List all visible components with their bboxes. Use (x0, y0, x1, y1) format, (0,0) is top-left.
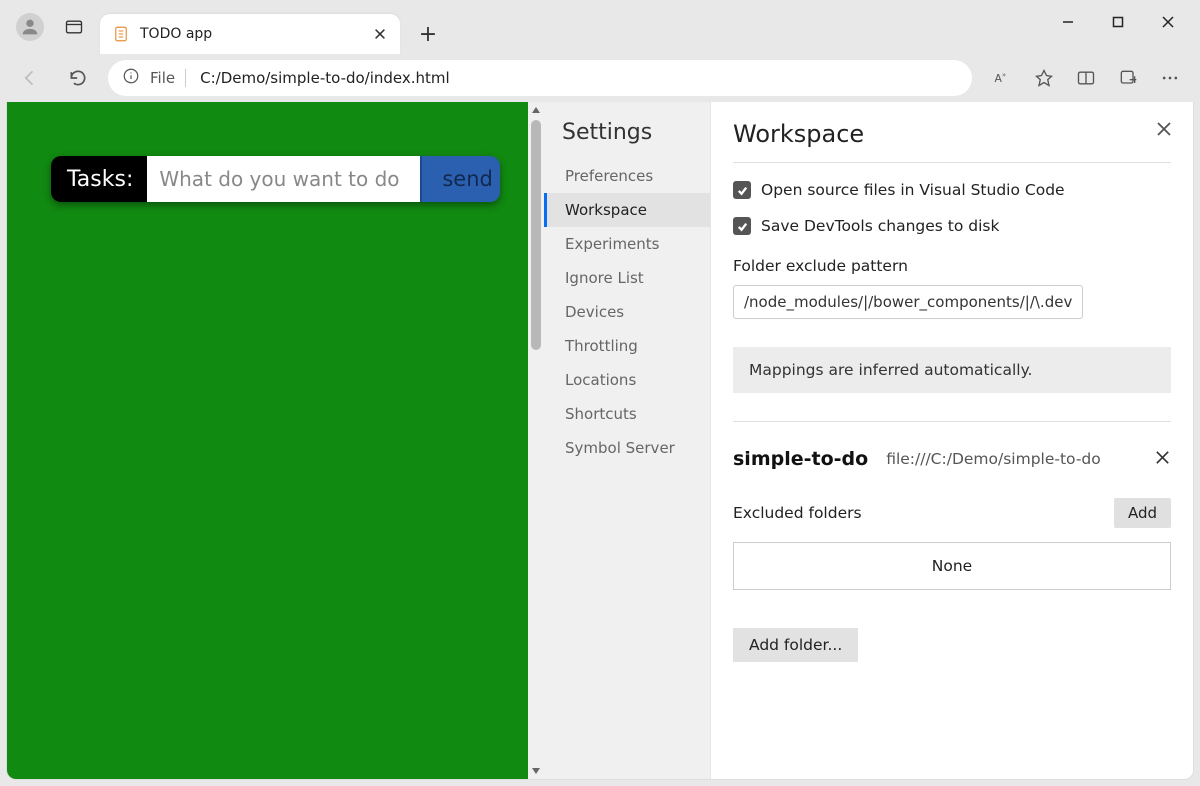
sidebar-item-throttling[interactable]: Throttling (544, 329, 710, 363)
browser-titlebar: TODO app + (0, 0, 1200, 54)
excluded-none-box: None (733, 542, 1171, 590)
address-bar[interactable]: File C:/Demo/simple-to-do/index.html (108, 60, 972, 96)
exclude-pattern-label: Folder exclude pattern (733, 257, 1171, 275)
scroll-down-icon[interactable] (528, 763, 544, 779)
settings-title: Settings (544, 120, 710, 159)
browser-toolbar: File C:/Demo/simple-to-do/index.html A» (0, 54, 1200, 102)
browser-tab[interactable]: TODO app (100, 14, 400, 54)
split-screen-button[interactable] (1068, 60, 1104, 96)
add-folder-button[interactable]: Add folder... (733, 628, 858, 662)
checkbox-label: Open source files in Visual Studio Code (761, 181, 1065, 199)
scroll-up-icon[interactable] (528, 102, 544, 118)
mappings-info: Mappings are inferred automatically. (733, 347, 1171, 393)
sidebar-item-symbol-server[interactable]: Symbol Server (544, 431, 710, 465)
sidebar-item-workspace[interactable]: Workspace (544, 193, 710, 227)
task-input[interactable] (147, 156, 420, 202)
sidebar-item-preferences[interactable]: Preferences (544, 159, 710, 193)
url-protocol: File (150, 69, 186, 87)
favorite-button[interactable] (1026, 60, 1062, 96)
content-area: Tasks: send Settings PreferencesWorkspac… (6, 102, 1194, 780)
add-excluded-button[interactable]: Add (1114, 498, 1171, 528)
maximize-button[interactable] (1094, 4, 1142, 40)
window-controls (1044, 0, 1192, 40)
workspace-panel: Workspace Open source files in Visual St… (711, 102, 1193, 779)
checkbox-label: Save DevTools changes to disk (761, 217, 999, 235)
settings-sidebar: Settings PreferencesWorkspaceExperiments… (544, 102, 711, 779)
divider (733, 421, 1171, 422)
close-tab-button[interactable] (372, 26, 388, 42)
webpage-viewport: Tasks: send (7, 102, 544, 779)
exclude-pattern-input[interactable] (733, 285, 1083, 319)
page-scrollbar[interactable] (528, 102, 544, 779)
read-aloud-button[interactable]: A» (984, 60, 1020, 96)
task-input-row: Tasks: send (51, 156, 500, 202)
checkbox-open-vscode[interactable]: Open source files in Visual Studio Code (733, 181, 1171, 199)
reload-button[interactable] (60, 60, 96, 96)
devtools-panel: Settings PreferencesWorkspaceExperiments… (544, 102, 1193, 779)
panel-title: Workspace (733, 120, 1171, 163)
close-window-button[interactable] (1144, 4, 1192, 40)
workspace-folder-row: simple-to-do file:///C:/Demo/simple-to-d… (733, 448, 1171, 470)
scroll-thumb[interactable] (531, 120, 541, 350)
site-info-icon[interactable] (122, 67, 140, 89)
folder-path: file:///C:/Demo/simple-to-do (886, 450, 1136, 468)
folder-name: simple-to-do (733, 448, 868, 470)
new-tab-button[interactable]: + (408, 14, 448, 54)
send-button[interactable]: send (420, 156, 500, 202)
url-path: C:/Demo/simple-to-do/index.html (200, 69, 450, 87)
tasks-label: Tasks: (51, 156, 147, 202)
more-menu-button[interactable] (1152, 60, 1188, 96)
checkbox-checked-icon (733, 181, 751, 199)
close-panel-button[interactable] (1155, 120, 1173, 142)
tab-actions-button[interactable] (56, 9, 92, 45)
remove-folder-button[interactable] (1154, 449, 1171, 470)
svg-text:»: » (1002, 71, 1006, 79)
collections-button[interactable] (1110, 60, 1146, 96)
tab-title: TODO app (140, 26, 362, 42)
checkbox-save-disk[interactable]: Save DevTools changes to disk (733, 217, 1171, 235)
page-icon (112, 25, 130, 43)
back-button[interactable] (12, 60, 48, 96)
checkbox-checked-icon (733, 217, 751, 235)
sidebar-item-shortcuts[interactable]: Shortcuts (544, 397, 710, 431)
sidebar-item-ignore-list[interactable]: Ignore List (544, 261, 710, 295)
sidebar-item-locations[interactable]: Locations (544, 363, 710, 397)
profile-avatar[interactable] (16, 13, 44, 41)
excluded-folders-label: Excluded folders (733, 504, 1114, 522)
sidebar-item-experiments[interactable]: Experiments (544, 227, 710, 261)
sidebar-item-devices[interactable]: Devices (544, 295, 710, 329)
minimize-button[interactable] (1044, 4, 1092, 40)
